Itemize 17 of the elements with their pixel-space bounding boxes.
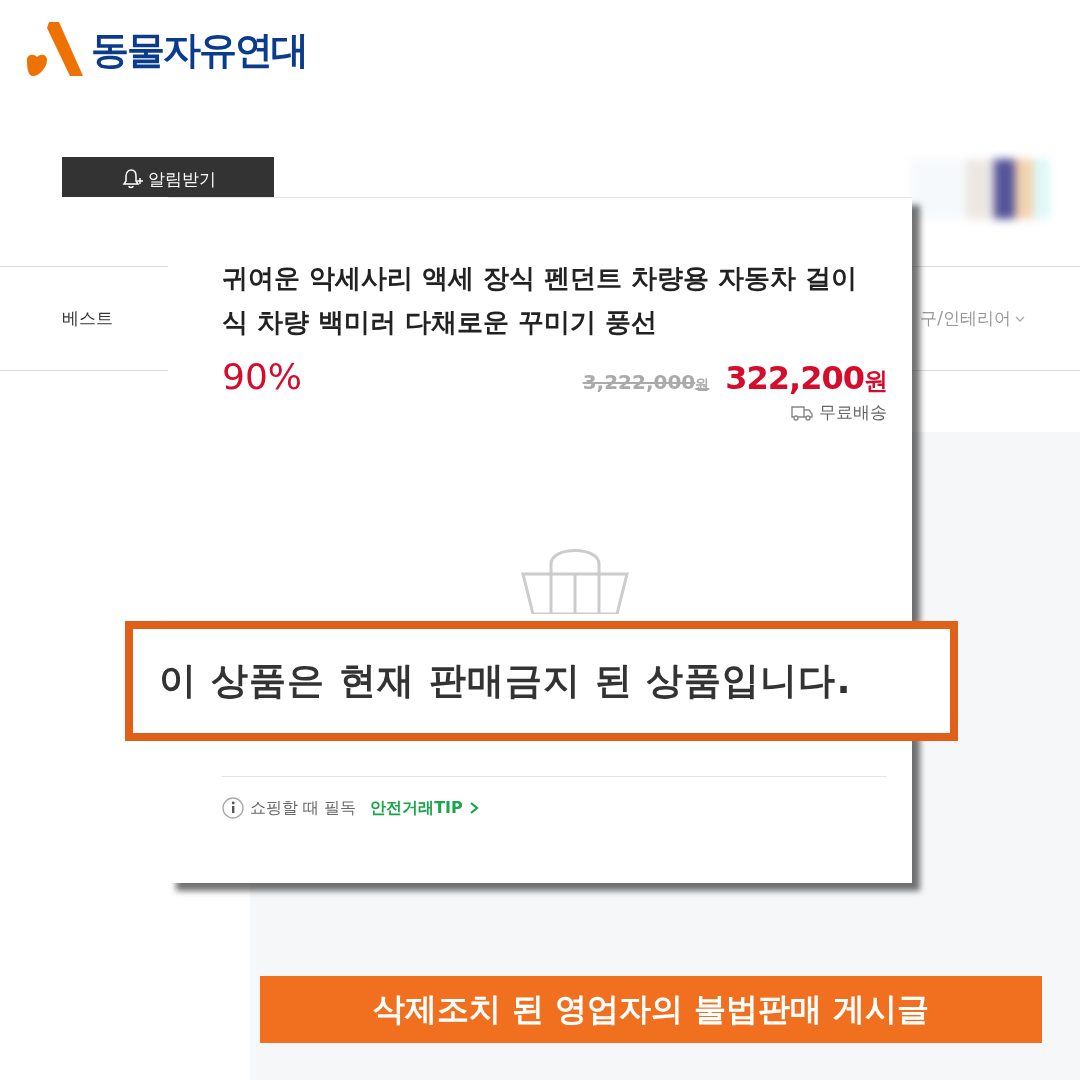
- category-tab[interactable]: 베스트: [62, 307, 113, 330]
- info-icon: [222, 797, 244, 819]
- sale-price: 322,200원: [725, 359, 887, 397]
- truck-icon: [791, 404, 813, 421]
- original-price: 3,222,000원: [582, 370, 710, 394]
- discount-rate: 90%: [222, 356, 302, 397]
- bell-icon: [120, 168, 144, 190]
- chevron-right-icon[interactable]: [468, 801, 479, 815]
- product-title: 귀여운 악세사리 액세 장식 펜던트 차량용 자동차 걸이식 차량 백미러 다채로운 꾸미기 풍선: [222, 262, 859, 339]
- notification-button[interactable]: 알림받기: [62, 157, 274, 197]
- caption-banner: 삭제조치 된 영업자의 불법판매 게시글: [260, 976, 1042, 1043]
- logo-icon: [25, 22, 83, 78]
- shipping-label: 무료배송: [819, 401, 887, 424]
- logo-text: 동물자유연대: [91, 26, 307, 74]
- banned-notice: 이 상품은 현재 판매금지 된 상품입니다.: [125, 621, 958, 741]
- caret-icon[interactable]: [1015, 314, 1025, 323]
- tip-text: 쇼핑할 때 필독: [250, 797, 357, 819]
